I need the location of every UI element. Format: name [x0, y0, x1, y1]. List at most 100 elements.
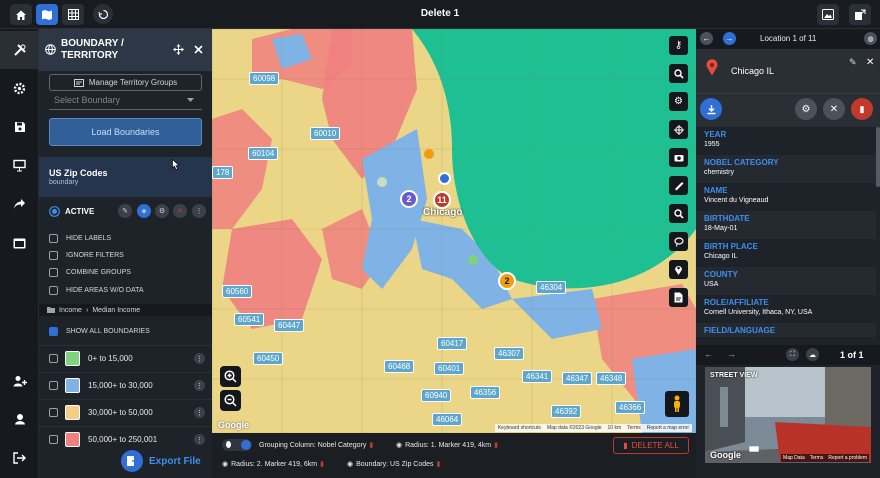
legend-row[interactable]: 15,000+ to 30,000 ⋮ — [39, 372, 212, 398]
home-button[interactable] — [10, 4, 32, 25]
checkbox-checked[interactable] — [49, 326, 58, 336]
checkbox[interactable] — [49, 354, 58, 363]
fields-scrollbar[interactable] — [876, 127, 880, 187]
rail-share[interactable] — [0, 185, 39, 223]
panel-menu-button[interactable]: ◍ — [864, 32, 877, 45]
rail-tools[interactable] — [0, 31, 39, 69]
export-button[interactable] — [849, 4, 871, 25]
map-canvas[interactable]: 60098 60010 60104 178 60560 60541 60447 60450 60… — [212, 29, 696, 433]
rail-presentation[interactable] — [0, 146, 39, 184]
more-vertical-icon[interactable]: ⋮ — [194, 380, 205, 391]
location-settings-button[interactable]: ⚙ — [795, 98, 817, 120]
attribution-item[interactable]: Terms — [627, 425, 641, 431]
location-download-button[interactable] — [700, 98, 722, 120]
option-hide-areas[interactable]: HIDE AREAS W/O DATA — [49, 283, 144, 297]
map-tool-camera[interactable] — [669, 148, 688, 167]
zoom-out-button[interactable] — [220, 390, 241, 411]
map-tool-settings[interactable]: ⚙ — [669, 92, 688, 111]
street-view-image[interactable]: STREET VIEW Google Map Data Terms Report… — [705, 367, 871, 463]
map-pin-icon[interactable] — [424, 149, 434, 159]
map-view-button[interactable] — [36, 4, 58, 25]
move-icon[interactable] — [173, 44, 184, 55]
show-all-boundaries[interactable]: SHOW ALL BOUNDARIES — [49, 324, 150, 338]
option-combine-groups[interactable]: COMBINE GROUPS — [49, 265, 131, 279]
arrow-left-icon[interactable]: ← — [704, 349, 713, 359]
attribution-item[interactable]: Terms — [810, 455, 824, 461]
close-icon[interactable]: ✕ — [866, 57, 874, 68]
location-delete-button[interactable]: ▮ — [851, 98, 873, 120]
rail-add-user[interactable] — [0, 362, 39, 400]
eye-icon[interactable]: ◉ — [222, 460, 228, 468]
history-button[interactable] — [93, 4, 113, 24]
zip-label[interactable]: 46307 — [494, 347, 525, 360]
pencil-icon[interactable]: ✎ — [849, 57, 857, 68]
map-tool-ruler[interactable] — [669, 176, 688, 195]
fullscreen-button[interactable]: ⛶ — [786, 348, 799, 361]
image-button[interactable] — [817, 4, 839, 25]
manage-territory-groups-button[interactable]: Manage Territory Groups — [49, 74, 202, 91]
zip-label[interactable]: 46366 — [615, 401, 646, 414]
marker-cluster[interactable]: 11 — [433, 191, 451, 209]
filter-chip-radius-1[interactable]: ◉ Radius: 1. Marker 419, 4km ▮ — [396, 438, 498, 452]
boundary-more-button[interactable]: ⋮ — [192, 204, 206, 218]
next-location-button[interactable]: → — [723, 32, 736, 45]
rail-settings[interactable] — [0, 69, 39, 107]
eye-icon[interactable]: ◉ — [347, 460, 353, 468]
fill-style-button[interactable]: ◈ — [137, 204, 151, 218]
more-vertical-icon[interactable]: ⋮ — [194, 434, 205, 445]
map-tool-zoom-area[interactable] — [669, 204, 688, 223]
selected-marker-pin[interactable] — [438, 172, 451, 185]
zip-label[interactable]: 46064 — [432, 413, 463, 426]
filter-chip-boundary[interactable]: ◉ Boundary: US Zip Codes ▮ — [347, 457, 440, 471]
map-pin-icon[interactable] — [377, 177, 387, 187]
zoom-in-button[interactable] — [220, 366, 241, 387]
trash-icon[interactable]: ▮ — [320, 460, 324, 468]
legend-swatch[interactable] — [65, 405, 80, 420]
map-tool-key[interactable]: ⚷ — [669, 36, 688, 55]
legend-swatch[interactable] — [65, 378, 80, 393]
rail-logout[interactable] — [0, 439, 39, 477]
eye-icon[interactable]: ◉ — [396, 441, 402, 449]
checkbox[interactable] — [49, 408, 58, 417]
trash-icon[interactable]: ▮ — [437, 460, 441, 468]
zip-label[interactable]: 60401 — [434, 362, 465, 375]
rail-window[interactable] — [0, 224, 39, 262]
option-hide-labels[interactable]: HIDE LABELS — [49, 231, 111, 245]
edit-boundary-button[interactable]: ✎ — [118, 204, 132, 218]
attribution-item[interactable]: Report a map error — [647, 425, 689, 431]
checkbox[interactable] — [49, 267, 58, 277]
marker-cluster[interactable]: 2 — [400, 190, 418, 208]
pegman-button[interactable] — [665, 391, 689, 417]
zip-label[interactable]: 60417 — [437, 337, 468, 350]
zip-label[interactable]: 60447 — [274, 319, 305, 332]
zip-label[interactable]: 60940 — [421, 389, 452, 402]
boundary-settings-button[interactable]: ⚙ — [155, 204, 169, 218]
map-tool-document[interactable] — [669, 288, 688, 307]
filter-chip-radius-2[interactable]: ◉ Radius: 2. Marker 419, 6km ▮ — [222, 457, 324, 471]
boundary-card[interactable]: US Zip Codes boundary — [39, 157, 212, 197]
legend-swatch[interactable] — [65, 351, 80, 366]
checkbox[interactable] — [49, 381, 58, 390]
attribution-item[interactable]: Report a problem — [828, 455, 867, 461]
more-vertical-icon[interactable]: ⋮ — [194, 353, 205, 364]
map-tool-pin[interactable] — [669, 260, 688, 279]
map-pin-icon[interactable] — [468, 255, 478, 265]
remove-boundary-button[interactable]: ✕ — [173, 204, 187, 218]
close-icon[interactable] — [194, 45, 203, 54]
checkbox[interactable] — [49, 250, 58, 260]
map-tool-locate[interactable] — [669, 120, 688, 139]
legend-row[interactable]: 50,000+ to 250,001 ⋮ — [39, 426, 212, 452]
zip-label[interactable]: 60468 — [384, 360, 415, 373]
zip-label[interactable]: 60010 — [310, 127, 341, 140]
zip-label[interactable]: 46341 — [522, 370, 553, 383]
marker-cluster[interactable]: 2 — [498, 272, 516, 290]
export-file-button[interactable]: Export File — [121, 450, 201, 472]
zip-label[interactable]: 46392 — [551, 405, 582, 418]
zip-label[interactable]: 46348 — [596, 372, 627, 385]
zip-label[interactable]: 178 — [212, 166, 234, 179]
legend-row[interactable]: 0+ to 15,000 ⋮ — [39, 345, 212, 371]
zip-label[interactable]: 60104 — [248, 147, 279, 160]
rail-user[interactable] — [0, 400, 39, 438]
table-view-button[interactable] — [62, 4, 84, 25]
zip-label[interactable]: 60098 — [249, 72, 280, 85]
